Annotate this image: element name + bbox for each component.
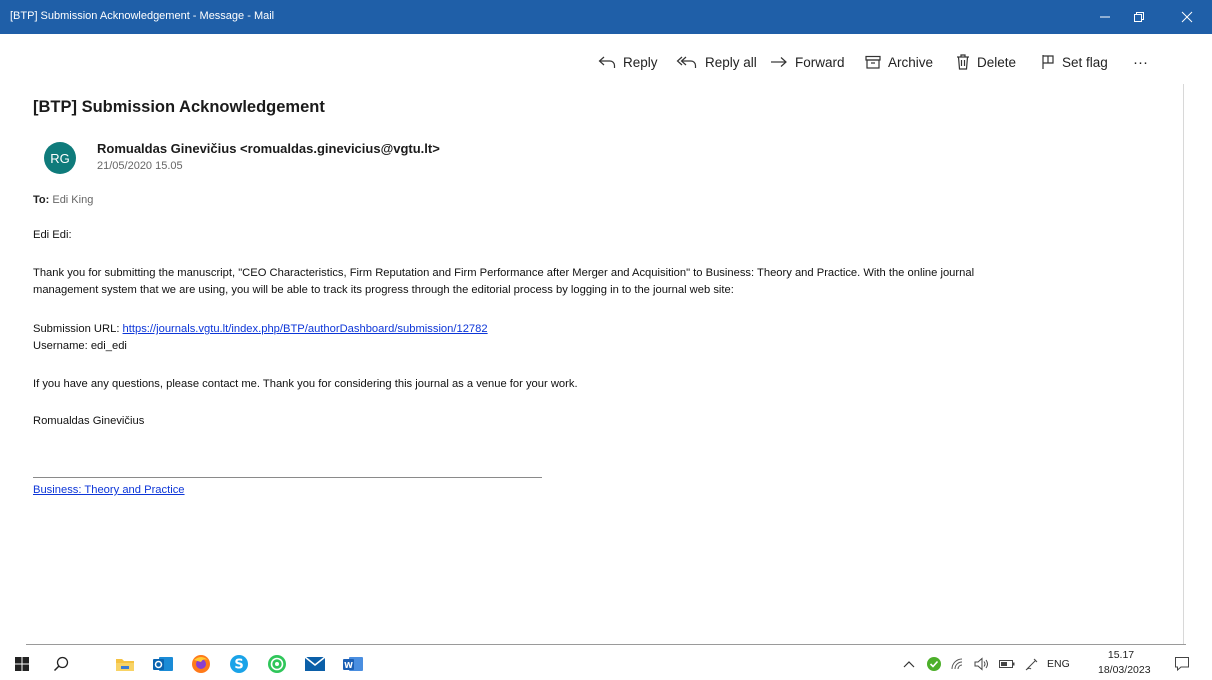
wifi-icon — [951, 658, 963, 670]
svg-text:S: S — [234, 658, 243, 673]
questions-line: If you have any questions, please contac… — [33, 378, 578, 390]
firefox-icon — [192, 655, 210, 673]
pen-icon — [1025, 658, 1038, 671]
sender-name[interactable]: Romualdas Ginevičius <romualdas.ginevici… — [97, 141, 440, 156]
taskbar-skype[interactable]: S — [226, 648, 252, 680]
message-subject: [BTP] Submission Acknowledgement — [33, 98, 325, 116]
tray-overflow-button[interactable] — [900, 648, 918, 680]
speaker-icon — [974, 657, 988, 671]
taskbar-whatsapp[interactable] — [264, 648, 290, 680]
taskbar-mail[interactable] — [302, 648, 328, 680]
greeting: Edi Edi: — [33, 229, 72, 241]
folder-icon — [116, 659, 134, 671]
search-button[interactable] — [48, 648, 74, 680]
set-flag-label: Set flag — [1062, 54, 1108, 70]
signature: Romualdas Ginevičius — [33, 415, 145, 427]
journal-footer-link[interactable]: Business: Theory and Practice — [33, 482, 185, 499]
reply-all-icon — [676, 56, 697, 68]
sender-avatar[interactable]: RG — [44, 142, 76, 174]
shield-check-icon — [927, 657, 941, 671]
submission-url-line: Submission URL: https://journals.vgtu.lt… — [33, 321, 488, 338]
outlook-icon — [153, 657, 173, 671]
close-icon — [1181, 11, 1193, 23]
set-flag-button[interactable]: Set flag — [1041, 42, 1108, 82]
search-icon — [53, 656, 69, 672]
reply-button[interactable]: Reply — [598, 42, 658, 82]
archive-icon — [865, 55, 881, 69]
more-actions-button[interactable]: ··· — [1133, 42, 1148, 82]
forward-button[interactable]: Forward — [770, 42, 845, 82]
trash-icon — [957, 54, 969, 70]
recipient-name[interactable]: Edi King — [49, 194, 93, 206]
archive-label: Archive — [888, 54, 934, 70]
minimize-icon — [1100, 16, 1110, 18]
footer-divider — [33, 477, 542, 478]
windows-logo-icon — [15, 657, 29, 671]
reply-icon — [598, 56, 616, 68]
reply-all-label: Reply all — [705, 54, 757, 70]
delete-label: Delete — [977, 54, 1017, 70]
delete-button[interactable]: Delete — [956, 42, 1016, 82]
tray-volume[interactable] — [972, 648, 992, 680]
reply-all-button[interactable]: Reply all — [676, 42, 757, 82]
tray-clock-time[interactable]: 15.17 — [1101, 649, 1141, 661]
svg-text:W: W — [344, 661, 353, 670]
minimize-button[interactable] — [1088, 0, 1122, 34]
tray-wifi[interactable] — [948, 648, 968, 680]
to-label: To: — [33, 194, 50, 206]
start-button[interactable] — [10, 648, 34, 680]
taskbar: S W ENG 15.17 18/03/2023 — [0, 648, 1212, 680]
skype-icon: S — [230, 655, 248, 673]
username-line: Username: edi_edi — [33, 340, 127, 352]
flag-icon — [1042, 55, 1054, 69]
restore-button[interactable] — [1122, 0, 1156, 34]
tray-clock-date[interactable]: 18/03/2023 — [1098, 664, 1151, 676]
chevron-up-icon — [903, 661, 915, 668]
tray-battery[interactable] — [996, 648, 1018, 680]
window-title: [BTP] Submission Acknowledgement - Messa… — [10, 10, 275, 22]
body-paragraph-line-1: Thank you for submitting the manuscript,… — [33, 267, 975, 279]
tray-pen[interactable] — [1022, 648, 1042, 680]
tray-security-status[interactable] — [924, 648, 944, 680]
close-window-button[interactable] — [1170, 0, 1204, 34]
reply-label: Reply — [623, 54, 658, 70]
notification-icon — [1175, 657, 1189, 672]
taskbar-outlook[interactable] — [150, 648, 176, 680]
forward-arrow-icon — [771, 57, 787, 67]
mail-icon — [304, 656, 326, 671]
restore-icon — [1134, 12, 1144, 22]
archive-button[interactable]: Archive — [865, 42, 933, 82]
body-paragraph-line-2: management system that we are using, you… — [33, 284, 734, 296]
taskbar-word[interactable]: W — [340, 648, 366, 680]
scrollbar[interactable] — [1183, 84, 1184, 644]
battery-icon — [999, 660, 1015, 668]
title-bar: [BTP] Submission Acknowledgement - Messa… — [0, 0, 1212, 34]
more-icon: ··· — [1133, 53, 1148, 71]
taskbar-file-explorer[interactable] — [112, 648, 138, 680]
content-bottom-border — [26, 644, 1186, 645]
word-icon: W — [343, 657, 363, 671]
submission-url-label: Submission URL: — [33, 323, 123, 335]
whatsapp-icon — [268, 655, 286, 673]
notification-center-button[interactable] — [1170, 648, 1194, 680]
message-date: 21/05/2020 15.05 — [97, 160, 183, 172]
recipient-line: To: Edi King — [33, 194, 93, 206]
submission-url-link[interactable]: https://journals.vgtu.lt/index.php/BTP/a… — [123, 323, 488, 335]
taskbar-firefox[interactable] — [188, 648, 214, 680]
tray-language[interactable]: ENG — [1047, 658, 1070, 670]
forward-label: Forward — [795, 54, 845, 70]
